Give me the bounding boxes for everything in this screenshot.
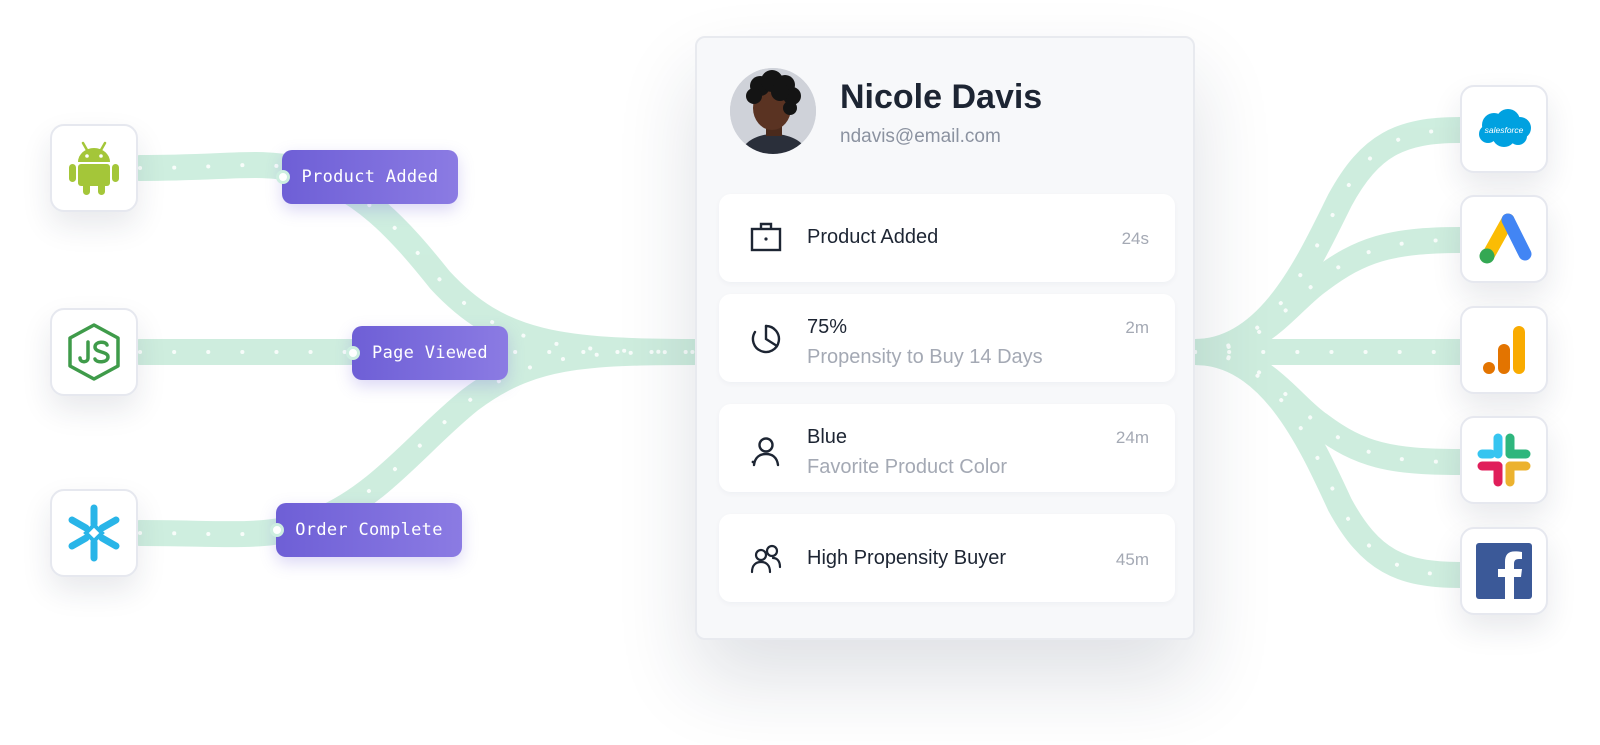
users-icon [750, 544, 782, 574]
event-tag-label: Product Added [301, 167, 439, 187]
trait-title: High Propensity Buyer [807, 547, 1006, 569]
trait-time: 24m [1115, 428, 1149, 447]
source-tile-android[interactable] [50, 124, 138, 212]
google-analytics-icon [1483, 326, 1525, 374]
connector-dot [346, 346, 360, 360]
svg-text:salesforce: salesforce [1485, 125, 1524, 135]
profile-name: Nicole Davis [840, 78, 1043, 116]
trait-time: 45m [1115, 550, 1149, 569]
trait-title: Product Added [807, 226, 939, 248]
event-tag-label: Order Complete [295, 520, 443, 540]
avatar [730, 68, 816, 154]
trait-row[interactable]: 75% Propensity to Buy 14 Days 2m [719, 294, 1175, 382]
briefcase-icon [750, 222, 782, 252]
source-tile-nodejs[interactable] [50, 308, 138, 396]
android-icon [69, 141, 119, 195]
snowflake-icon [68, 504, 120, 562]
event-tag-product-added[interactable]: Product Added [276, 150, 458, 204]
connector-dot [270, 523, 284, 537]
trait-row[interactable]: Product Added 24s [719, 194, 1175, 282]
profile-card: Nicole Davis ndavis@email.com Product Ad… [695, 36, 1195, 640]
trait-label: Propensity to Buy 14 Days [807, 346, 1043, 368]
user-icon [751, 437, 780, 467]
pie-chart-icon [751, 324, 781, 354]
slack-icon [1477, 433, 1531, 487]
source-tile-snowflake[interactable] [50, 489, 138, 577]
trait-row[interactable]: Blue Favorite Product Color 24m [719, 404, 1175, 492]
destination-tile-google-ads[interactable] [1460, 195, 1548, 283]
trait-row[interactable]: High Propensity Buyer 45m [719, 514, 1175, 602]
trait-value: 75% [807, 316, 848, 338]
destination-tile-salesforce[interactable]: salesforce [1460, 85, 1548, 173]
profile-email: ndavis@email.com [840, 126, 1001, 147]
event-tag-label: Page Viewed [372, 343, 488, 363]
destination-tile-google-analytics[interactable] [1460, 306, 1548, 394]
nodejs-icon [68, 323, 120, 381]
connector-dot [276, 170, 290, 184]
salesforce-icon: salesforce [1479, 109, 1531, 147]
trait-time: 24s [1121, 229, 1149, 248]
facebook-icon [1476, 543, 1532, 599]
trait-label: Favorite Product Color [807, 456, 1008, 478]
trait-time: 2m [1125, 318, 1149, 337]
trait-value: Blue [807, 426, 848, 448]
flow-google-ads [1182, 227, 1473, 365]
google-ads-icon [1479, 213, 1532, 264]
event-tag-page-viewed[interactable]: Page Viewed [346, 326, 508, 380]
event-tag-order-complete[interactable]: Order Complete [270, 503, 462, 557]
destination-tile-facebook[interactable] [1460, 527, 1548, 615]
destination-tile-slack[interactable] [1460, 416, 1548, 504]
